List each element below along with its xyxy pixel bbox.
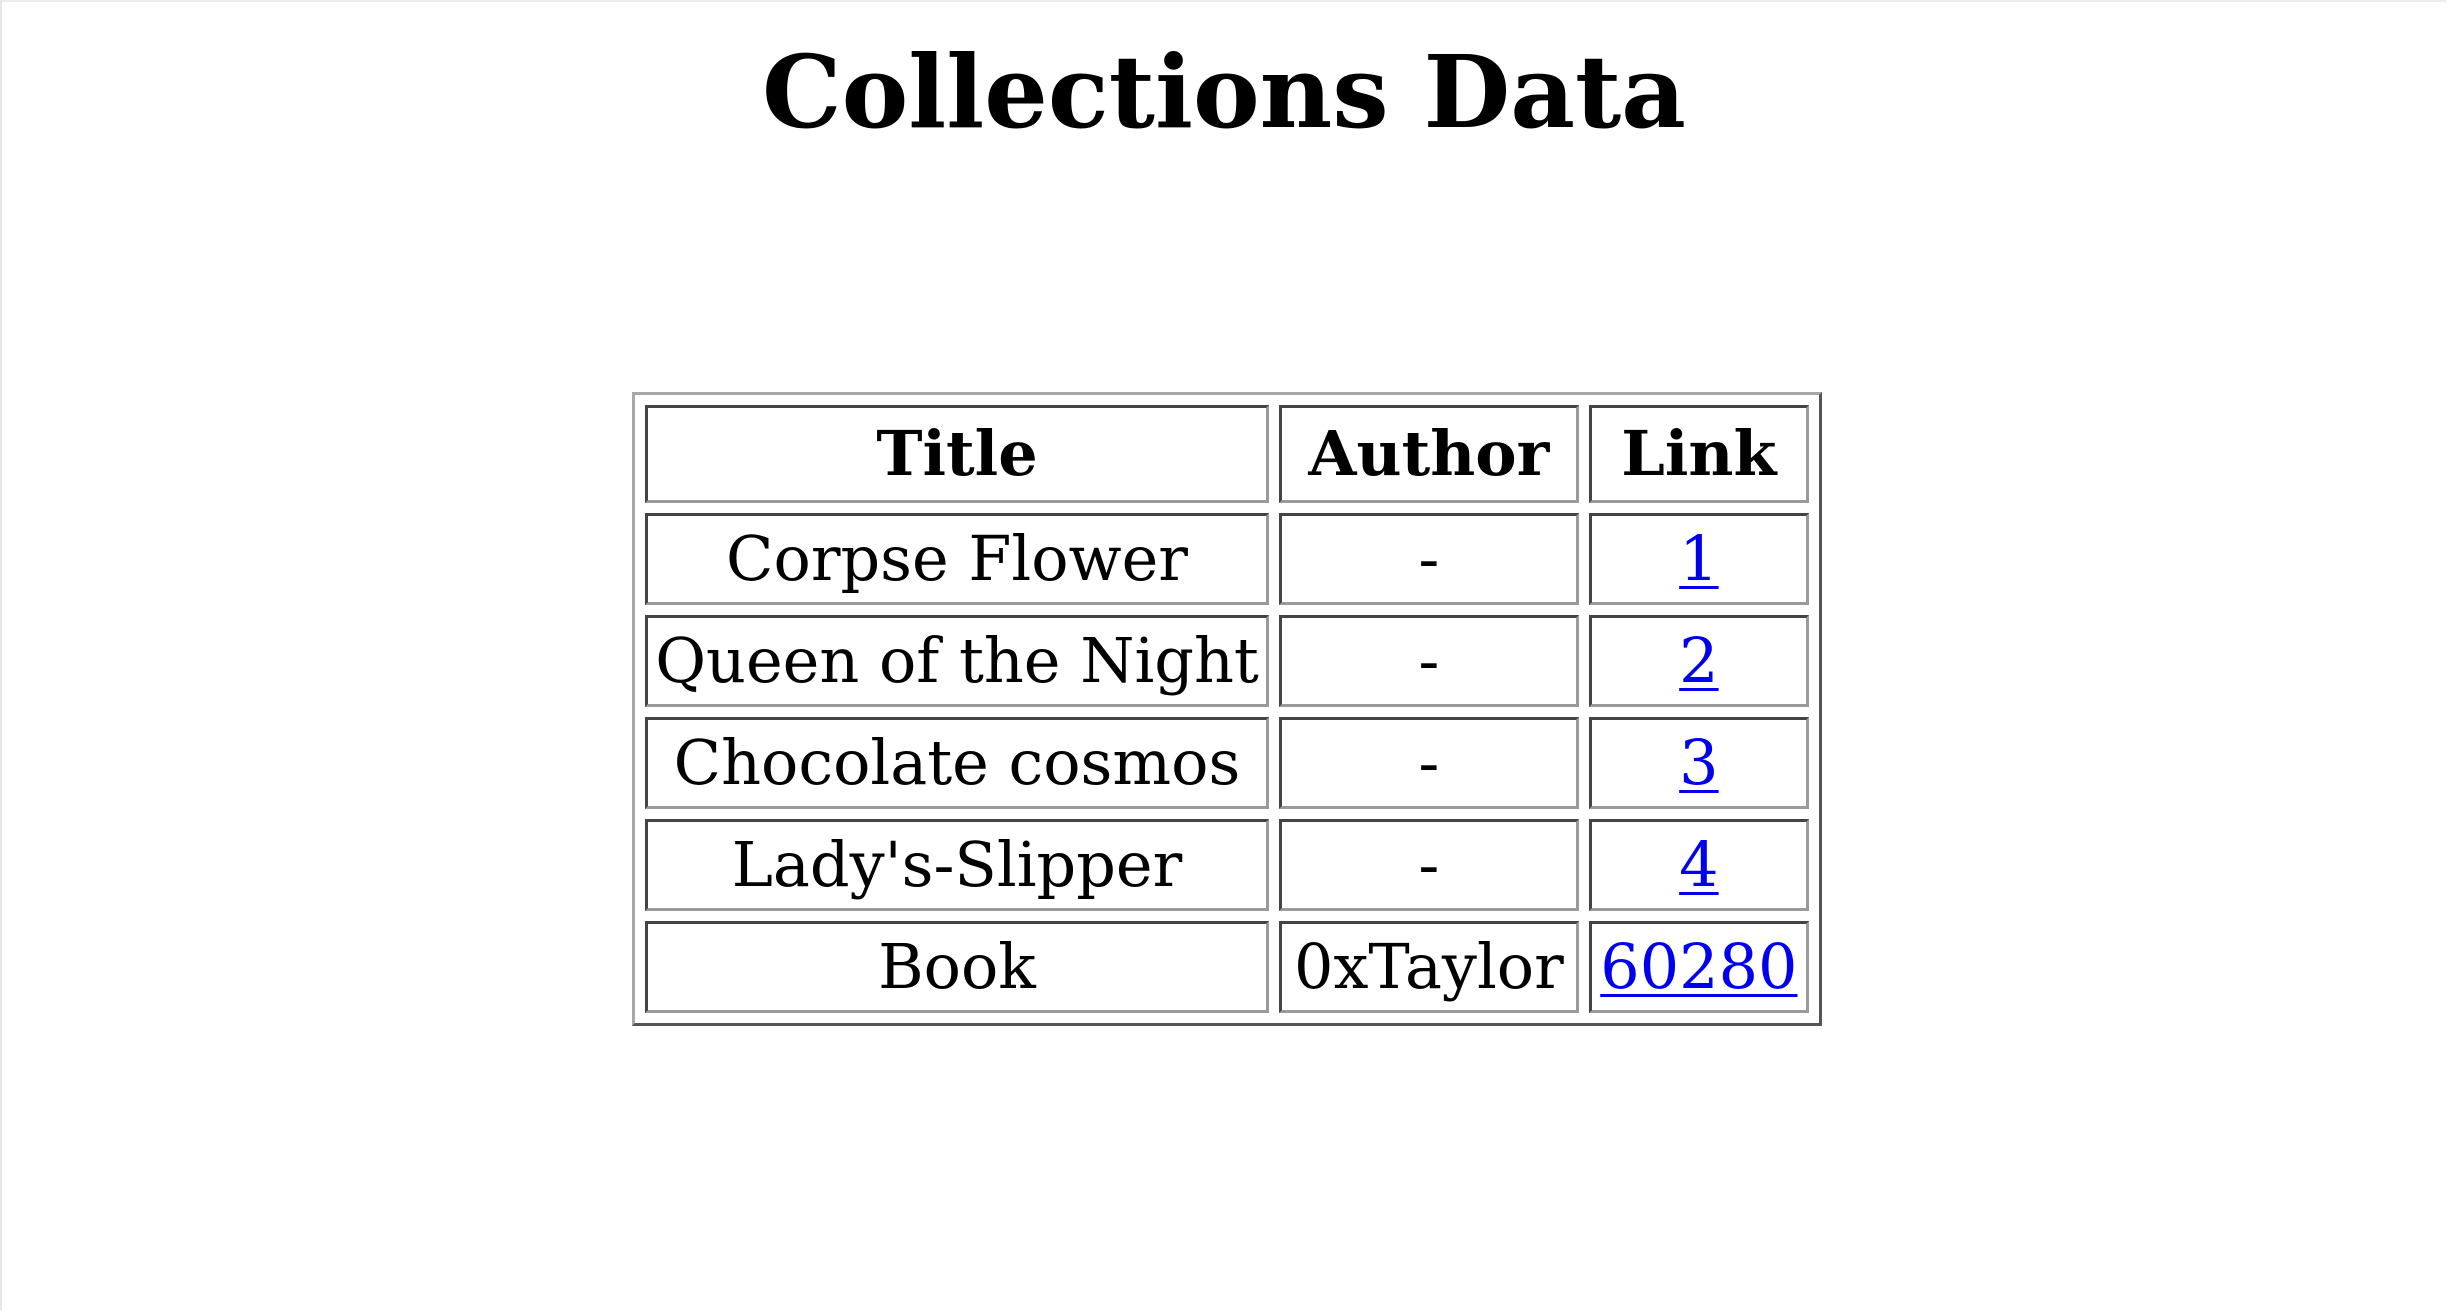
- author-cell: -: [1279, 819, 1579, 911]
- title-cell: Corpse Flower: [645, 513, 1269, 605]
- row-link[interactable]: 60280: [1600, 930, 1797, 1003]
- author-cell: -: [1279, 513, 1579, 605]
- link-cell: 1: [1588, 513, 1809, 605]
- title-cell: Queen of the Night: [645, 615, 1269, 707]
- collections-table: Title Author Link Corpse Flower - 1 Quee…: [632, 392, 1822, 1026]
- row-link[interactable]: 1: [1679, 522, 1718, 595]
- link-cell: 3: [1588, 717, 1809, 809]
- table-row: Lady's-Slipper - 4: [645, 819, 1809, 911]
- link-cell: 4: [1588, 819, 1809, 911]
- row-link[interactable]: 2: [1679, 624, 1718, 697]
- title-cell: Book: [645, 921, 1269, 1013]
- page-title: Collections Data: [762, 33, 1686, 151]
- table-row: Chocolate cosmos - 3: [645, 717, 1809, 809]
- row-link[interactable]: 4: [1679, 828, 1718, 901]
- column-header-author: Author: [1279, 405, 1579, 503]
- column-header-title: Title: [645, 405, 1269, 503]
- author-cell: -: [1279, 717, 1579, 809]
- link-cell: 60280: [1588, 921, 1809, 1013]
- table-header-row: Title Author Link: [645, 405, 1809, 503]
- table-row: Corpse Flower - 1: [645, 513, 1809, 605]
- table-row: Book 0xTaylor 60280: [645, 921, 1809, 1013]
- author-cell: 0xTaylor: [1279, 921, 1579, 1013]
- row-link[interactable]: 3: [1679, 726, 1718, 799]
- table-row: Queen of the Night - 2: [645, 615, 1809, 707]
- title-cell: Lady's-Slipper: [645, 819, 1269, 911]
- link-cell: 2: [1588, 615, 1809, 707]
- title-cell: Chocolate cosmos: [645, 717, 1269, 809]
- column-header-link: Link: [1588, 405, 1809, 503]
- author-cell: -: [1279, 615, 1579, 707]
